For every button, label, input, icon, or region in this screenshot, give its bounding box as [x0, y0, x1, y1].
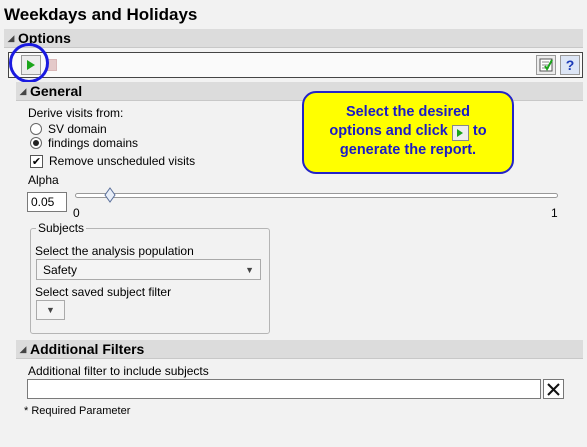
slider-max-label: 1 [551, 206, 558, 220]
population-select[interactable]: Safety ▼ [36, 259, 261, 280]
general-section-title: General [30, 83, 83, 99]
close-icon [547, 382, 560, 396]
slider-min-label: 0 [73, 206, 80, 220]
radio-button-selected[interactable] [30, 137, 42, 149]
radio-sv-domain[interactable]: SV domain [30, 122, 107, 136]
play-icon [451, 125, 469, 141]
page-title: Weekdays and Holidays [4, 5, 198, 24]
checklist-icon [539, 58, 553, 72]
alpha-slider-thumb[interactable] [104, 187, 116, 203]
help-button[interactable]: ? [560, 55, 580, 75]
population-label: Select the analysis population [35, 244, 194, 258]
chevron-down-icon: ▼ [245, 264, 254, 275]
options-section-header[interactable]: ◢ Options [4, 29, 583, 48]
help-icon: ? [565, 57, 575, 73]
instruction-callout: Select the desired options and click to … [302, 91, 514, 174]
chevron-down-icon: ▼ [46, 305, 55, 315]
checkbox[interactable]: ✔ [30, 154, 43, 168]
radio-findings-domains[interactable]: findings domains [30, 136, 138, 150]
additional-filter-label: Additional filter to include subjects [28, 364, 209, 378]
run-button-highlight [9, 43, 49, 83]
remove-unscheduled-checkbox[interactable]: ✔ Remove unscheduled visits [30, 154, 195, 168]
clear-filter-button[interactable] [543, 379, 564, 399]
alpha-label: Alpha [28, 173, 59, 187]
remove-unscheduled-label: Remove unscheduled visits [49, 154, 196, 168]
additional-filter-input[interactable] [27, 379, 541, 399]
additional-filters-header[interactable]: ◢ Additional Filters [16, 340, 583, 359]
alpha-input[interactable]: 0.05 [27, 192, 67, 212]
radio-button[interactable] [30, 123, 42, 135]
radio-sv-label: SV domain [48, 122, 107, 136]
additional-filters-title: Additional Filters [30, 341, 145, 357]
options-toolbar: ? [8, 52, 583, 78]
collapse-triangle-icon[interactable]: ◢ [4, 33, 18, 44]
subject-filter-label: Select saved subject filter [35, 285, 172, 299]
alpha-slider-track[interactable] [75, 193, 558, 198]
population-value: Safety [43, 262, 78, 277]
callout-line-2: options and click to [329, 123, 487, 141]
collapse-triangle-icon[interactable]: ◢ [16, 344, 30, 355]
subjects-legend: Subjects [36, 221, 87, 235]
callout-line-3: generate the report. [339, 142, 477, 158]
subject-filter-select[interactable]: ▼ [36, 300, 65, 320]
derive-visits-label: Derive visits from: [28, 106, 124, 120]
callout-line-1: Select the desired [345, 104, 471, 120]
required-note: * Required Parameter [24, 405, 131, 417]
radio-findings-label: findings domains [48, 136, 139, 150]
collapse-triangle-icon[interactable]: ◢ [16, 86, 30, 97]
save-settings-button[interactable] [536, 55, 556, 75]
